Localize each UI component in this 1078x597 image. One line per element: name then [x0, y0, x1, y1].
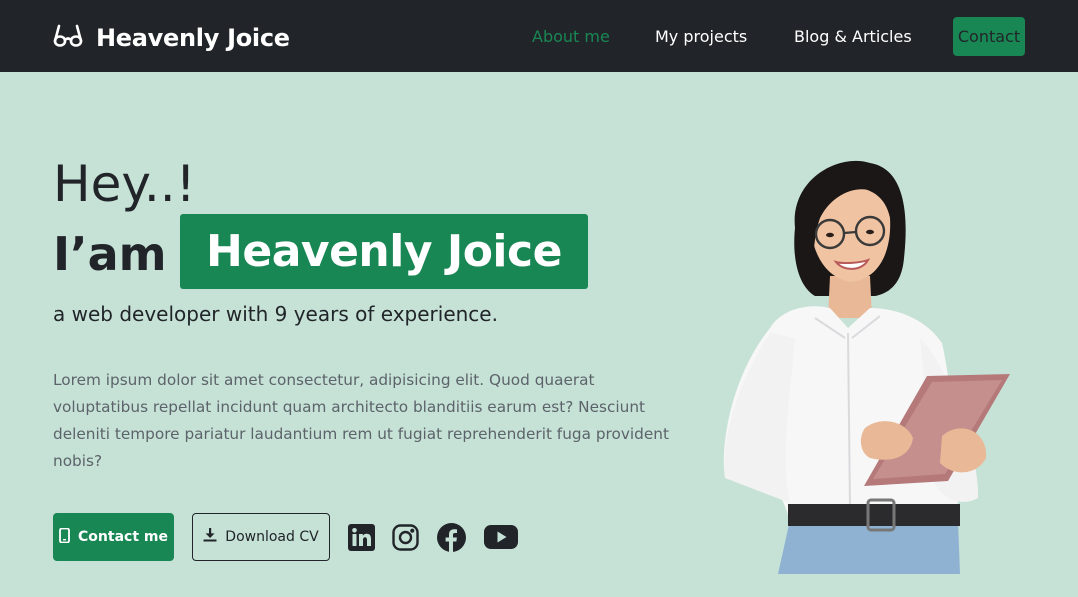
contact-me-label: Contact me	[78, 529, 168, 545]
facebook-icon[interactable]	[436, 521, 466, 553]
nav-link-projects[interactable]: My projects	[655, 26, 747, 48]
navbar: Heavenly Joice About me My projects Blog…	[0, 0, 1078, 72]
download-icon	[203, 528, 217, 546]
hero-greeting: Hey..!	[53, 155, 196, 213]
hero-bio: Lorem ipsum dolor sit amet consectetur, …	[53, 371, 669, 470]
phone-icon	[59, 527, 70, 547]
nav-contact-button[interactable]: Contact	[953, 17, 1025, 56]
nav-link-about[interactable]: About me	[532, 26, 610, 48]
profile-photo	[720, 158, 1010, 574]
contact-me-button[interactable]: Contact me	[53, 513, 174, 561]
linkedin-icon[interactable]	[347, 521, 375, 553]
download-cv-button[interactable]: Download CV	[192, 513, 330, 561]
hero-section: Hey..! I’am Heavenly Joice a web develop…	[0, 72, 1078, 597]
glasses-icon	[52, 21, 84, 55]
youtube-icon[interactable]	[484, 521, 518, 553]
instagram-icon[interactable]	[391, 521, 419, 553]
brand-name: Heavenly Joice	[96, 24, 290, 52]
hero-tagline: a web developer with 9 years of experien…	[53, 302, 498, 326]
hero-name-highlight: Heavenly Joice	[180, 214, 588, 289]
download-cv-label: Download CV	[225, 529, 319, 545]
hero-intro: I’am	[53, 227, 167, 281]
nav-link-blog[interactable]: Blog & Articles	[794, 26, 912, 48]
brand[interactable]: Heavenly Joice	[52, 21, 290, 55]
